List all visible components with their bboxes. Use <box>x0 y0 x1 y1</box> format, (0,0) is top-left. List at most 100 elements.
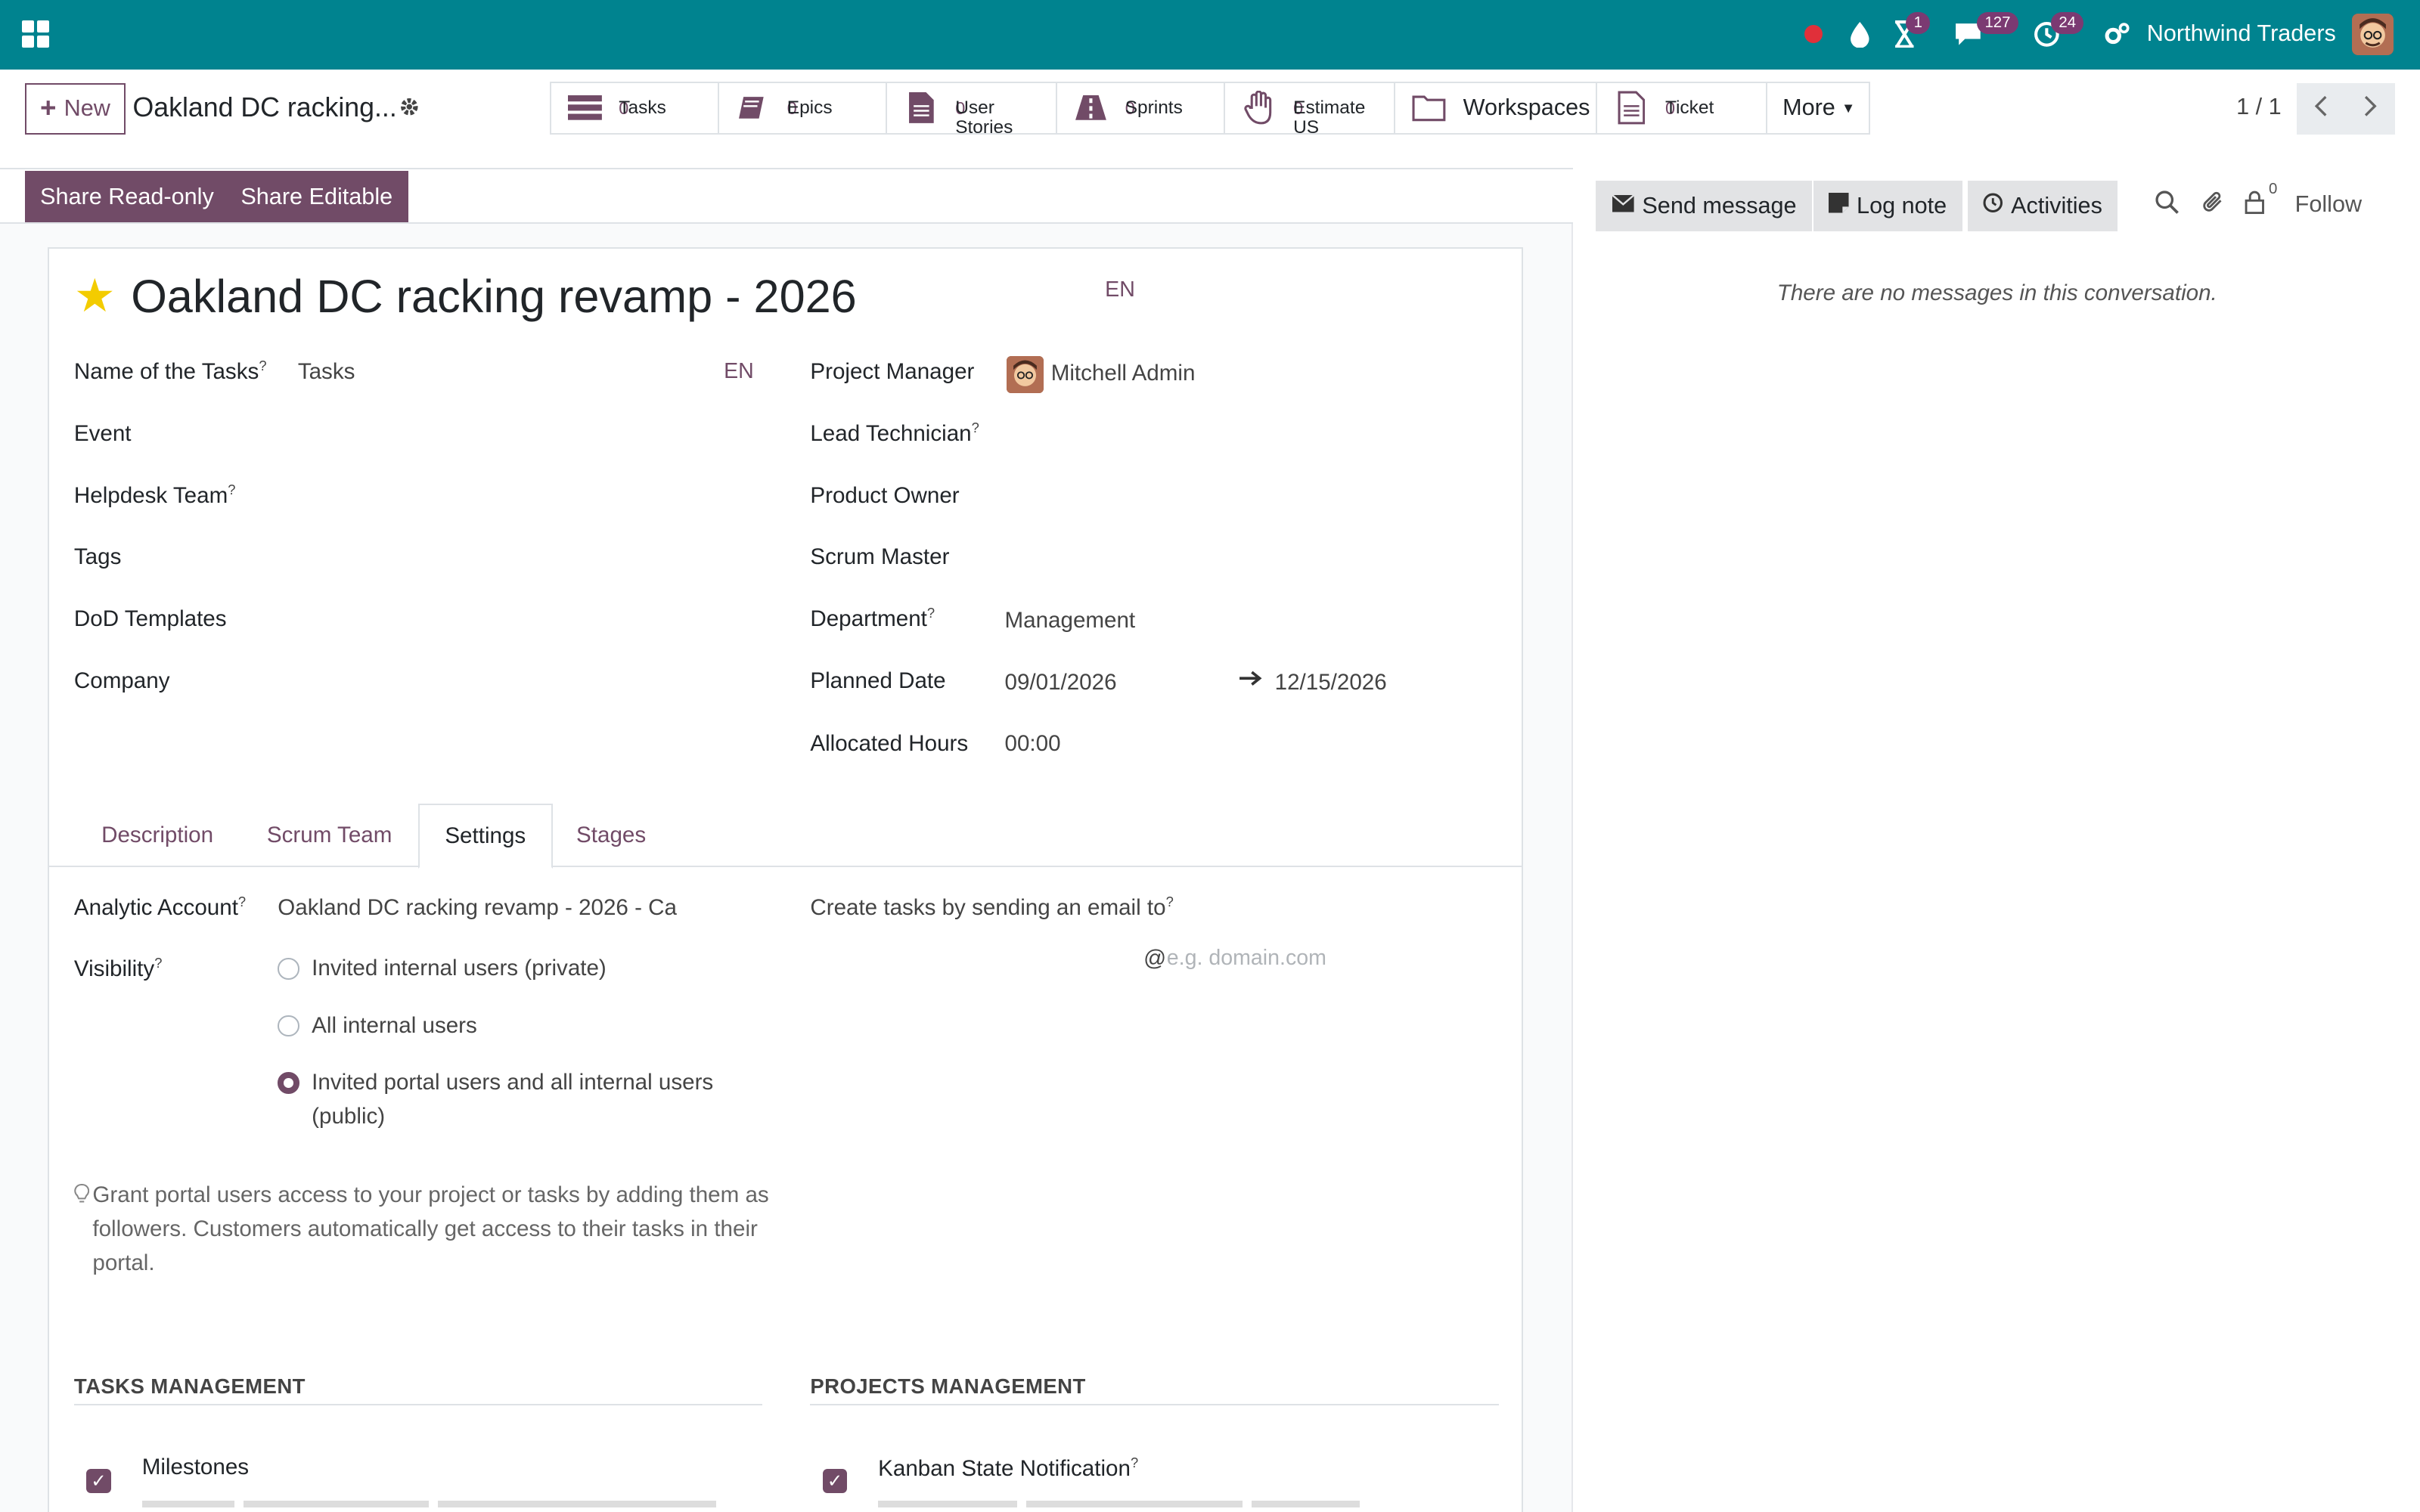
note-icon <box>1829 193 1849 219</box>
pager-previous-button[interactable] <box>2296 83 2346 135</box>
title-language-button[interactable]: EN <box>1105 277 1135 302</box>
helpdesk-team-label: Helpdesk Team? <box>73 481 236 508</box>
follow-button[interactable]: Follow <box>2295 191 2362 218</box>
paperclip-icon[interactable] <box>2201 190 2226 221</box>
smart-button-tasks[interactable]: Tasks 0 <box>549 82 719 135</box>
clock-icon[interactable]: 24 <box>2033 12 2088 52</box>
form-sheet: ★ Oakland DC racking revamp - 2026 EN Na… <box>48 246 1524 1512</box>
smart-button-ticket[interactable]: Ticket 0 <box>1596 82 1767 135</box>
name-of-tasks-field[interactable]: Tasks <box>298 359 355 385</box>
department-label: Department? <box>810 604 935 631</box>
visibility-radio-private[interactable] <box>278 958 299 980</box>
empty-conversation-text: There are no messages in this conversati… <box>1776 280 2217 306</box>
dod-templates-label: DoD Templates <box>73 606 227 631</box>
event-label: Event <box>73 421 132 447</box>
smart-button-user-stories[interactable]: User Stories 0 <box>886 82 1057 138</box>
visibility-radio-internal[interactable] <box>278 1015 299 1037</box>
smart-button-estimate-us[interactable]: Estimate US 0 <box>1224 82 1395 138</box>
pager-next-button[interactable] <box>2346 83 2396 135</box>
log-note-button[interactable]: Log note <box>1813 180 1962 232</box>
project-manager-field[interactable]: Mitchell Admin <box>1051 361 1196 386</box>
smart-button-workspaces[interactable]: Workspaces <box>1393 82 1598 135</box>
envelope-icon <box>1611 193 1635 219</box>
book-icon <box>734 91 771 125</box>
activity-hourglass-icon[interactable]: 1 <box>1894 12 1940 52</box>
email-alias-label: Create tasks by sending an email to? <box>810 893 1174 920</box>
smart-button-sprints[interactable]: Sprints 0 <box>1055 82 1226 135</box>
tab-scrum-team[interactable]: Scrum Team <box>240 804 418 867</box>
name-of-tasks-label: Name of the Tasks? <box>73 358 267 385</box>
lead-technician-label: Lead Technician? <box>810 420 979 446</box>
milestones-description-clipped <box>141 1495 759 1507</box>
send-message-button[interactable]: Send message <box>1596 180 1812 232</box>
planned-date-label: Planned Date <box>810 668 946 693</box>
road-icon <box>1072 91 1109 125</box>
project-name-field[interactable]: Oakland DC racking revamp - 2026 <box>131 270 857 323</box>
notebook-tabs: Description Scrum Team Settings Stages <box>49 804 1522 869</box>
share-editable-button[interactable]: Share Editable <box>225 171 408 222</box>
search-icon[interactable] <box>2155 190 2180 221</box>
kanban-state-label: Kanban State Notification? <box>878 1455 1139 1482</box>
app-menu-icon[interactable] <box>21 20 50 48</box>
visibility-option-public[interactable]: Invited portal users and all internal us… <box>312 1066 713 1134</box>
messages-icon[interactable]: 127 <box>1953 12 2018 52</box>
planned-date-end-field[interactable]: 12/15/2026 <box>1275 670 1387 696</box>
projects-management-divider <box>810 1404 1499 1406</box>
analytic-account-field[interactable]: Oakland DC racking revamp - 2026 - Ca <box>278 895 677 921</box>
smart-button-more[interactable]: More ▼ <box>1765 82 1871 135</box>
analytic-account-label: Analytic Account? <box>73 893 247 920</box>
activities-button[interactable]: Activities <box>1968 180 2118 232</box>
kanban-description-clipped <box>878 1495 1495 1507</box>
tab-settings[interactable]: Settings <box>418 804 553 869</box>
lightbulb-icon <box>74 1183 90 1210</box>
gear-icon[interactable] <box>399 96 420 124</box>
folder-icon <box>1410 91 1447 125</box>
tab-stages[interactable]: Stages <box>553 804 670 867</box>
visibility-option-private[interactable]: Invited internal users (private) <box>312 952 607 986</box>
visibility-label: Visibility? <box>73 955 163 982</box>
visibility-option-internal[interactable]: All internal users <box>312 1009 477 1043</box>
file-icon <box>1613 91 1650 125</box>
settings-gears-icon[interactable] <box>2102 15 2130 52</box>
caret-down-icon: ▼ <box>1841 99 1856 116</box>
messages-badge: 127 <box>1977 12 2018 34</box>
planned-date-start-field[interactable]: 09/01/2026 <box>1005 670 1117 696</box>
activities-badge: 1 <box>1906 12 1931 34</box>
share-readonly-button[interactable]: Share Read-only <box>24 171 230 222</box>
milestones-label: Milestones <box>141 1455 250 1480</box>
clock-badge: 24 <box>2051 12 2084 34</box>
followers-lock-icon[interactable]: 0 <box>2244 181 2277 221</box>
followers-count: 0 <box>2268 180 2278 197</box>
user-avatar[interactable] <box>2352 14 2394 56</box>
project-manager-avatar <box>1006 356 1044 394</box>
form-statusbar: Share Read-only Share Editable <box>0 168 1573 224</box>
tasks-icon <box>566 91 603 125</box>
milestones-checkbox[interactable]: ✓ <box>86 1468 111 1494</box>
project-manager-label: Project Manager <box>810 359 975 385</box>
scrum-master-label: Scrum Master <box>810 544 950 570</box>
visibility-radio-public[interactable] <box>278 1072 299 1094</box>
tab-description[interactable]: Description <box>74 804 240 867</box>
company-label: Company <box>73 668 170 693</box>
chevron-right-icon <box>2363 94 2378 125</box>
smart-button-epics[interactable]: Epics 0 <box>717 82 888 135</box>
tags-label: Tags <box>73 544 122 570</box>
arrow-right-icon <box>1238 668 1263 694</box>
chatter-panel: Send message Log note Activities 0 Follo… <box>1574 165 2420 1512</box>
droplet-icon[interactable] <box>1849 15 1871 52</box>
top-navbar: 1 127 24 Northwind Traders <box>0 0 2420 70</box>
pager-value[interactable]: 1 / 1 <box>2236 94 2282 120</box>
tasks-language-button[interactable]: EN <box>724 359 754 384</box>
company-switcher[interactable]: Northwind Traders <box>2147 20 2336 47</box>
email-domain-input[interactable]: e.g. domain.com <box>1167 946 1326 971</box>
favorite-star-icon[interactable]: ★ <box>74 273 116 319</box>
allocated-hours-field[interactable]: 00:00 <box>1005 731 1061 757</box>
kanban-state-checkbox[interactable]: ✓ <box>822 1468 848 1494</box>
breadcrumb-record-title: Oakland DC racking... <box>132 92 397 123</box>
status-dot-icon[interactable] <box>1804 15 1823 52</box>
hand-icon <box>1241 91 1278 125</box>
allocated-hours-label: Allocated Hours <box>810 731 969 757</box>
department-field[interactable]: Management <box>1005 608 1136 634</box>
new-button[interactable]: + New <box>24 83 126 135</box>
form-view: Share Read-only Share Editable ★ Oakland… <box>0 168 1573 1512</box>
